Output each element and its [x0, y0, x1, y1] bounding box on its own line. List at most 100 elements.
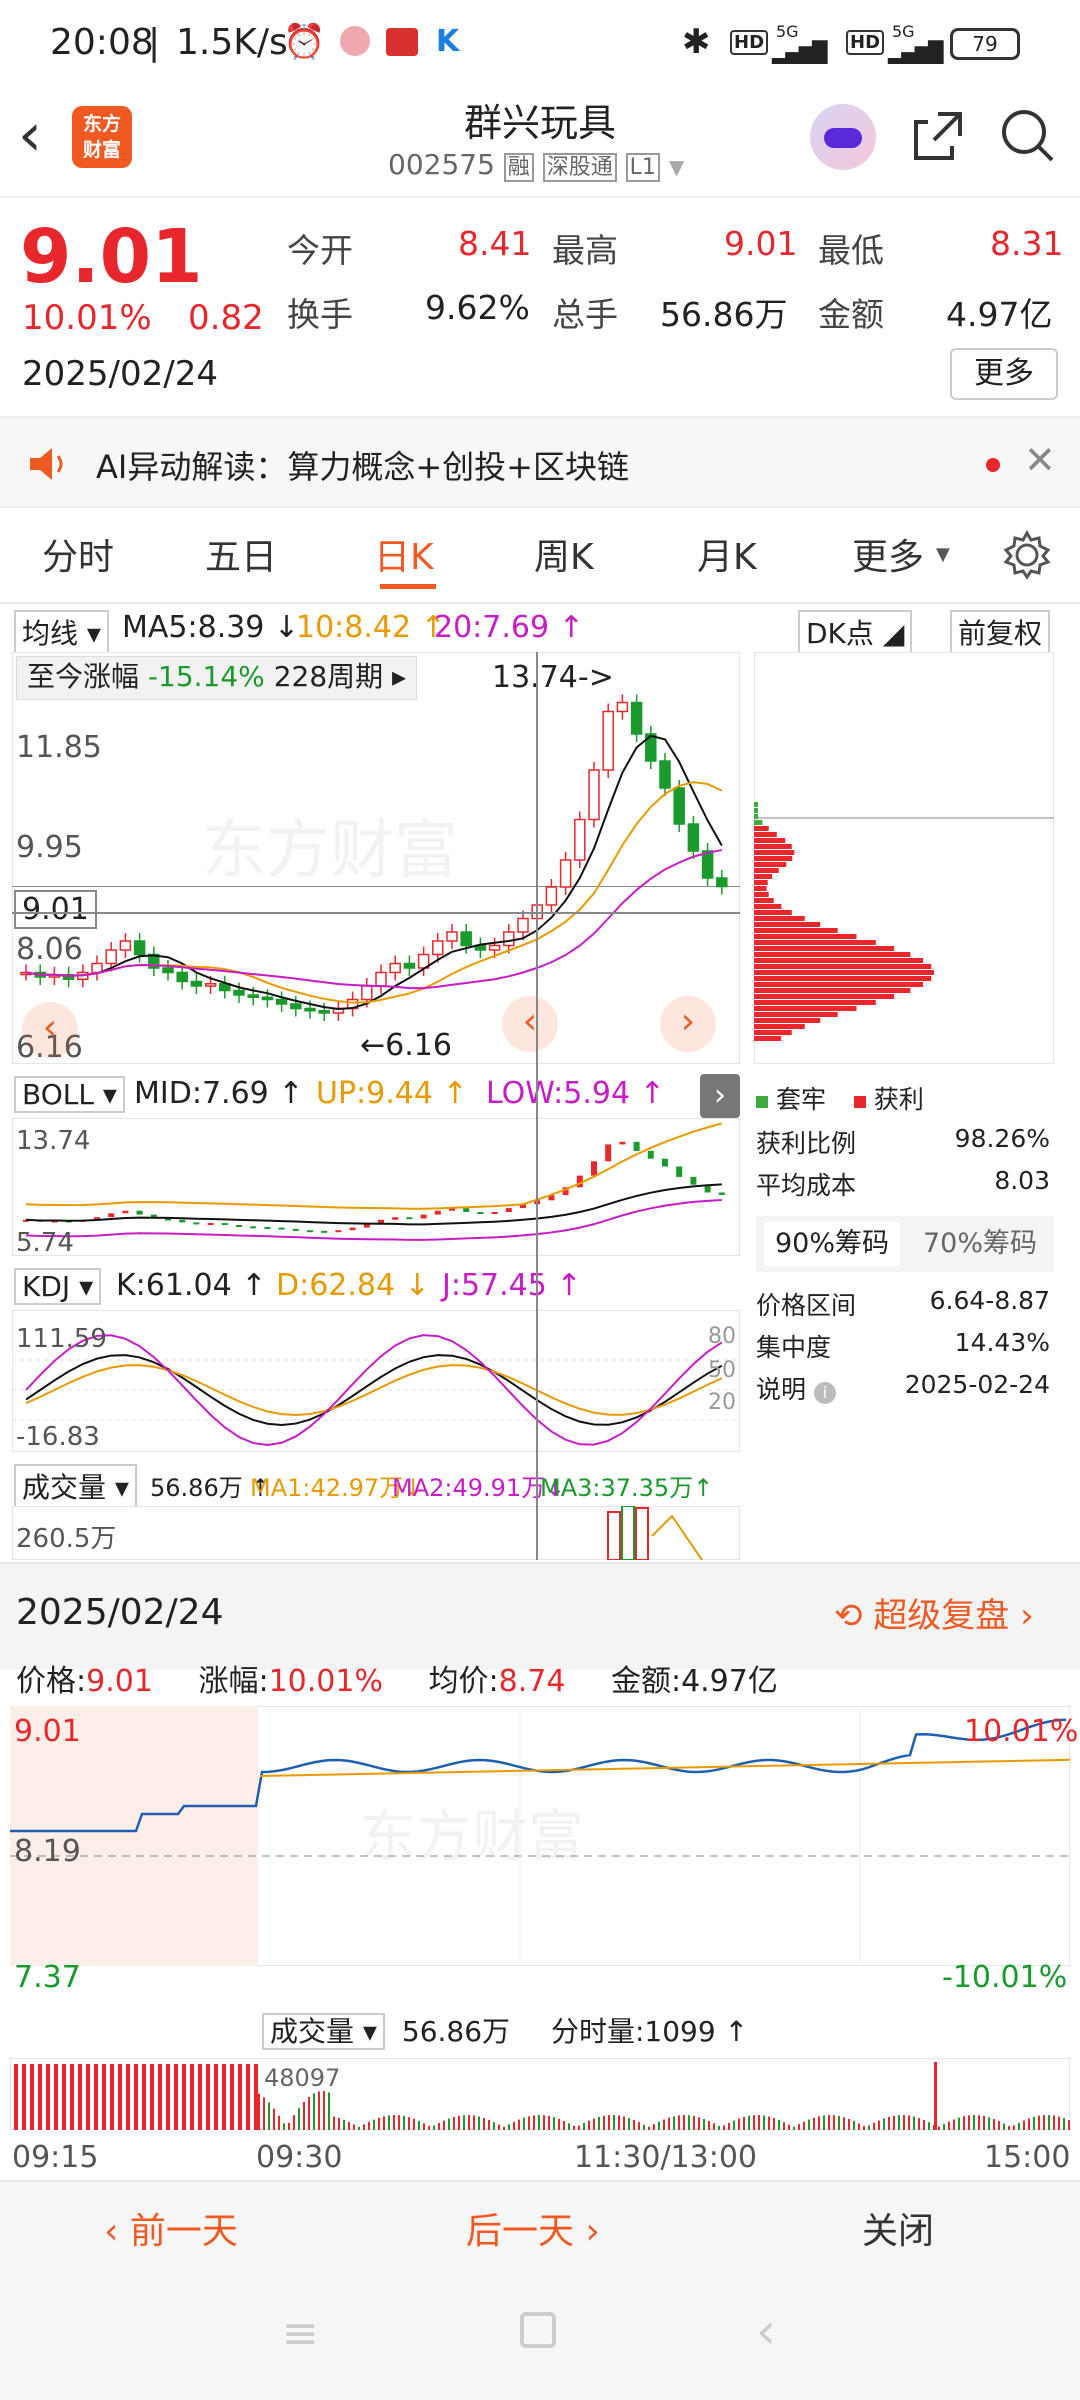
chevron-down-icon: ▼ [936, 544, 950, 565]
chip-bar [754, 916, 805, 921]
super-replay-button[interactable]: ⟲ 超级复盘 › [834, 1588, 1034, 1637]
minute-volume-bar [918, 2118, 920, 2130]
minute-volume-bar [313, 2093, 315, 2130]
boll-select[interactable]: BOLL ▾ [14, 1076, 125, 1113]
chip-legend: 套牢 获利 [756, 1080, 924, 1116]
menu-icon[interactable]: ≡ [282, 2308, 319, 2359]
expand-panel-button[interactable]: › [700, 1074, 740, 1118]
volume-bar [607, 1511, 621, 1560]
volume-select[interactable]: 成交量 ▾ [14, 1464, 137, 1508]
boll-candle [392, 1217, 399, 1220]
minute-volume-bar [583, 2122, 585, 2130]
minute-volume-bar [638, 2122, 640, 2130]
high-value: 9.01 [724, 224, 798, 263]
minute-volume-bar [793, 2126, 795, 2130]
boll-candle [321, 1230, 328, 1233]
more-button[interactable]: 更多 [950, 348, 1058, 400]
boll-candle [250, 1226, 257, 1229]
minute-volume-bar [478, 2116, 480, 2130]
minute-volume-bar [493, 2122, 495, 2130]
chevron-down-icon[interactable]: ▼ [669, 155, 684, 179]
close-icon[interactable]: ✕ [1024, 438, 1056, 482]
minute-volume-bar [278, 2115, 280, 2130]
note-row: 说明 i 2025-02-24 [756, 1370, 1050, 1404]
tab-more[interactable]: 更多 [852, 528, 924, 580]
minute-volume-bar [543, 2115, 545, 2130]
since-change-box[interactable]: 至今涨幅 -15.14% 228周期 ▸ [16, 656, 418, 700]
minute-volume-bar [688, 2115, 690, 2130]
ai-banner[interactable]: AI异动解读：算力概念+创投+区块链 ✕ [0, 416, 1080, 508]
kline-chart[interactable]: 东方财富 [12, 652, 740, 1064]
chip-bar [754, 994, 895, 999]
minute-volume-bar [828, 2115, 830, 2130]
minute-volume-bar [643, 2124, 645, 2130]
candle [389, 962, 401, 974]
boll-candle [292, 1228, 299, 1231]
home-icon[interactable] [520, 2312, 556, 2348]
minute-volume-bar [633, 2119, 635, 2130]
info-icon[interactable]: i [813, 1382, 836, 1404]
ma-select[interactable]: 均线 ▾ [14, 610, 109, 654]
kdj-y-bottom: -16.83 [16, 1422, 100, 1452]
tab-monthly[interactable]: 月K [697, 528, 757, 580]
intraday-chart[interactable]: 东方财富 [10, 1706, 1070, 1966]
minute-volume-bar [758, 2115, 760, 2130]
tab-5day[interactable]: 五日 [205, 528, 277, 580]
boll-candle [591, 1161, 597, 1176]
kdj-select[interactable]: KDJ ▾ [14, 1268, 102, 1305]
turnover-value: 9.62% [425, 288, 530, 327]
minute-volume-bar [953, 2119, 955, 2130]
auction-volume-bar [118, 2064, 122, 2130]
auction-volume-bar [190, 2064, 194, 2130]
crosshair-horizontal [12, 912, 740, 914]
minute-volume-bar [1058, 2116, 1060, 2130]
minute-volume-bar [283, 2123, 285, 2130]
y-axis-label-2: 9.95 [16, 830, 83, 865]
tab-weekly[interactable]: 周K [534, 528, 594, 580]
tab-intraday[interactable]: 分时 [42, 528, 114, 580]
next-day-button[interactable]: 后一天 › [466, 2202, 600, 2254]
intraday-volume-max: 48097 [264, 2064, 341, 2092]
dk-point-select[interactable]: DK点 ◢ [798, 610, 913, 654]
auction-volume-bar [70, 2064, 74, 2130]
adjust-select[interactable]: 前复权 [950, 610, 1051, 654]
price-range-row: 价格区间 6.64-8.87 [756, 1286, 1050, 1320]
candle [559, 859, 572, 888]
minute-volume-bar [773, 2118, 775, 2130]
chip-bar [754, 826, 769, 831]
auction-volume-bar [214, 2064, 218, 2130]
settings-gear-icon[interactable] [1002, 530, 1052, 580]
chip-bar [754, 958, 924, 963]
boll-candle [207, 1223, 214, 1226]
candle [716, 877, 728, 888]
chip-bar [754, 922, 821, 927]
close-button[interactable]: 关闭 [862, 2202, 934, 2254]
minute-volume-bar [418, 2120, 420, 2130]
tab-chip-70[interactable]: 70%筹码 [912, 1222, 1048, 1266]
auction-volume-bar [30, 2064, 34, 2130]
ai-assistant-icon[interactable] [810, 104, 876, 170]
scroll-prev-button[interactable]: ‹ [502, 996, 558, 1052]
share-icon[interactable] [908, 106, 968, 166]
scroll-left-button[interactable]: ‹ [22, 1002, 78, 1058]
candle [261, 996, 274, 1001]
minute-volume-bar [258, 2093, 260, 2130]
tab-daily[interactable]: 日K [374, 528, 434, 580]
minute-volume-bar [388, 2115, 390, 2130]
minute-volume-bar [978, 2115, 980, 2130]
minute-volume-bar [618, 2115, 620, 2130]
search-icon[interactable] [998, 106, 1058, 166]
intraday-volume-select[interactable]: 成交量 ▾ [262, 2013, 385, 2050]
minute-volume-bar [513, 2121, 515, 2130]
minute-volume-bar [363, 2124, 365, 2130]
high-label: 最高 [552, 231, 618, 270]
tab-chip-90[interactable]: 90%筹码 [764, 1222, 900, 1266]
scroll-next-button[interactable]: › [660, 996, 716, 1052]
candle [432, 940, 444, 956]
prev-day-button[interactable]: ‹ 前一天 [104, 2202, 238, 2254]
back-nav-icon[interactable]: ‹ [756, 2302, 776, 2360]
kdj-y-top: 111.59 [16, 1324, 107, 1354]
chip-bar [754, 910, 792, 915]
avg-cost-row: 平均成本 8.03 [756, 1166, 1050, 1200]
boll-candle [647, 1150, 654, 1159]
